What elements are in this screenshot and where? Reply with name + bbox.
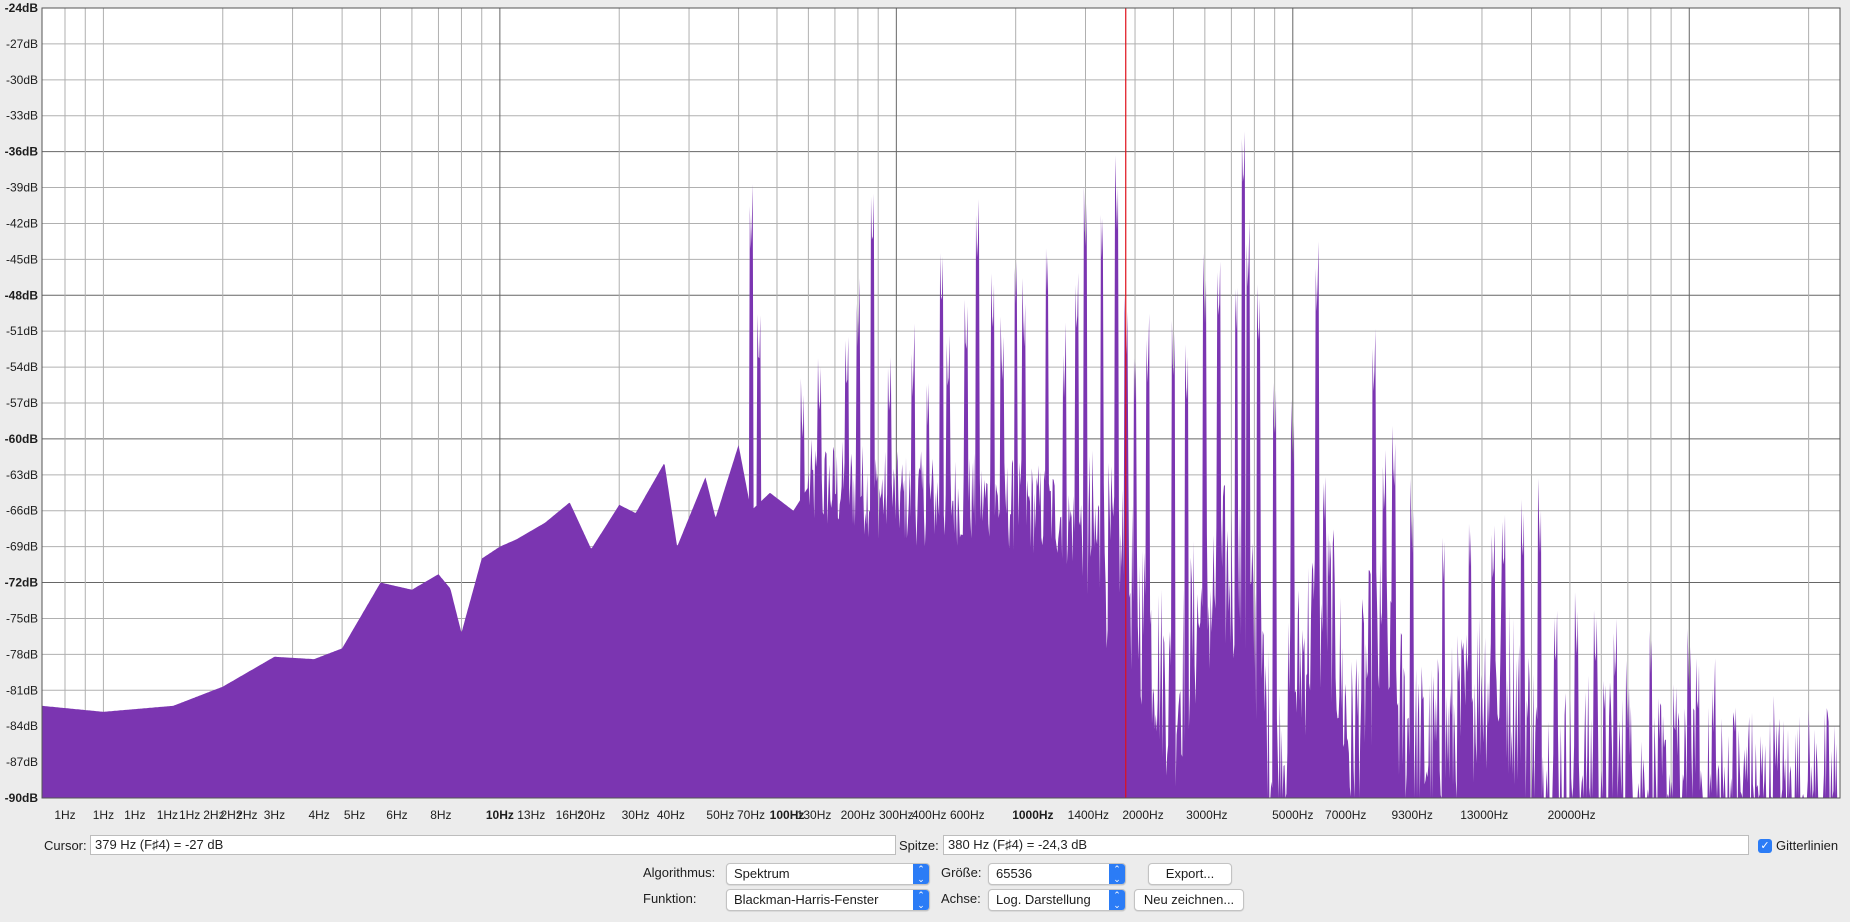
- freq-tick-label: 50Hz: [706, 808, 734, 822]
- freq-tick-label: 2000Hz: [1122, 808, 1163, 822]
- db-tick-label: -42dB: [6, 216, 38, 230]
- freq-tick-label: 30Hz: [622, 808, 650, 822]
- db-tick-label: -33dB: [6, 109, 38, 123]
- freq-tick-label: 20Hz: [577, 808, 605, 822]
- freq-tick-label: 7000Hz: [1325, 808, 1366, 822]
- freq-tick-label: 40Hz: [657, 808, 685, 822]
- db-tick-label: -39dB: [6, 181, 38, 195]
- db-tick-label: -72dB: [5, 576, 39, 590]
- function-value: Blackman-Harris-Fenster: [734, 892, 879, 907]
- up-down-chevron-icon: ⌃ ⌄: [1109, 864, 1125, 884]
- db-tick-label: -63dB: [6, 468, 38, 482]
- up-down-chevron-icon: ⌃ ⌄: [913, 890, 929, 910]
- freq-tick-label: 4Hz: [308, 808, 329, 822]
- algorithm-value: Spektrum: [734, 866, 790, 881]
- function-select[interactable]: Blackman-Harris-Fenster ⌃ ⌄: [726, 889, 930, 911]
- freq-tick-label: 1Hz: [93, 808, 114, 822]
- db-tick-label: -36dB: [5, 145, 39, 159]
- cursor-readout: 379 Hz (F♯4) = -27 dB: [90, 835, 896, 855]
- size-label: Größe:: [941, 865, 982, 880]
- freq-tick-label: 1Hz: [124, 808, 145, 822]
- up-down-chevron-icon: ⌃ ⌄: [1109, 890, 1125, 910]
- size-value: 65536: [996, 866, 1033, 881]
- db-tick-label: -84dB: [6, 719, 38, 733]
- db-tick-label: -24dB: [5, 1, 39, 15]
- freq-tick-label: 5Hz: [344, 808, 365, 822]
- checkmark-icon: ✓: [1760, 840, 1770, 852]
- freq-tick-label: 70Hz: [737, 808, 765, 822]
- freq-tick-label: 1Hz: [54, 808, 75, 822]
- axis-label: Achse:: [941, 891, 981, 906]
- db-tick-label: -75dB: [6, 611, 38, 625]
- freq-tick-label: 3Hz: [264, 808, 285, 822]
- axis-value: Log. Darstellung: [996, 892, 1091, 907]
- algorithm-label: Algorithmus:: [643, 865, 716, 880]
- gridlines-checkbox[interactable]: ✓: [1758, 839, 1772, 853]
- function-label: Funktion:: [643, 891, 697, 906]
- peak-readout: 380 Hz (F♯4) = -24,3 dB: [943, 835, 1749, 855]
- algorithm-select[interactable]: Spektrum ⌃ ⌄: [726, 863, 930, 885]
- db-tick-label: -54dB: [6, 360, 38, 374]
- freq-tick-label: 130Hz: [797, 808, 832, 822]
- db-tick-label: -78dB: [6, 647, 38, 661]
- freq-tick-label: 5000Hz: [1272, 808, 1313, 822]
- peak-label: Spitze:: [899, 838, 939, 853]
- freq-tick-label: 8Hz: [430, 808, 451, 822]
- freq-tick-label: 600Hz: [950, 808, 985, 822]
- db-tick-label: -27dB: [6, 37, 38, 51]
- db-tick-label: -30dB: [6, 73, 38, 87]
- freq-tick-label: 13Hz: [517, 808, 545, 822]
- freq-tick-label: 1000Hz: [1012, 808, 1053, 822]
- freq-tick-label: 200Hz: [841, 808, 876, 822]
- db-tick-label: -45dB: [6, 252, 38, 266]
- freq-tick-label: 1400Hz: [1068, 808, 1109, 822]
- db-tick-label: -87dB: [6, 755, 38, 769]
- freq-tick-label: 300Hz: [879, 808, 914, 822]
- freq-tick-label: 13000Hz: [1460, 808, 1508, 822]
- db-tick-label: -51dB: [6, 324, 38, 338]
- db-tick-label: -66dB: [6, 504, 38, 518]
- cursor-label: Cursor:: [44, 838, 87, 853]
- freq-tick-label: 400Hz: [912, 808, 947, 822]
- freq-tick-label: 2Hz: [236, 808, 257, 822]
- freq-tick-label: 9300Hz: [1391, 808, 1432, 822]
- spectrum-plot[interactable]: -24dB -27dB -30dB -33dB -36dB -39dB -42dB -45dB…: [0, 0, 1850, 830]
- db-tick-label: -90dB: [5, 791, 39, 805]
- axis-select[interactable]: Log. Darstellung ⌃ ⌄: [988, 889, 1126, 911]
- freq-tick-label: 20000Hz: [1548, 808, 1596, 822]
- freq-tick-label: 1Hz: [157, 808, 178, 822]
- freq-tick-label: 3000Hz: [1186, 808, 1227, 822]
- freq-tick-label: 1Hz: [179, 808, 200, 822]
- db-tick-label: -48dB: [5, 288, 39, 302]
- export-button[interactable]: Export...: [1148, 863, 1232, 885]
- redraw-button[interactable]: Neu zeichnen...: [1134, 889, 1244, 911]
- freq-tick-label: 6Hz: [386, 808, 407, 822]
- db-tick-label: -60dB: [5, 432, 39, 446]
- up-down-chevron-icon: ⌃ ⌄: [913, 864, 929, 884]
- db-tick-label: -81dB: [6, 683, 38, 697]
- spectrum-chart[interactable]: -24dB -27dB -30dB -33dB -36dB -39dB -42dB -45dB…: [0, 0, 1850, 830]
- db-tick-label: -57dB: [6, 396, 38, 410]
- gridlines-label[interactable]: Gitterlinien: [1776, 838, 1838, 853]
- size-select[interactable]: 65536 ⌃ ⌄: [988, 863, 1126, 885]
- freq-tick-label: 10Hz: [486, 808, 514, 822]
- analysis-controls: Cursor: 379 Hz (F♯4) = -27 dB Spitze: 38…: [0, 830, 1850, 922]
- db-tick-label: -69dB: [6, 540, 38, 554]
